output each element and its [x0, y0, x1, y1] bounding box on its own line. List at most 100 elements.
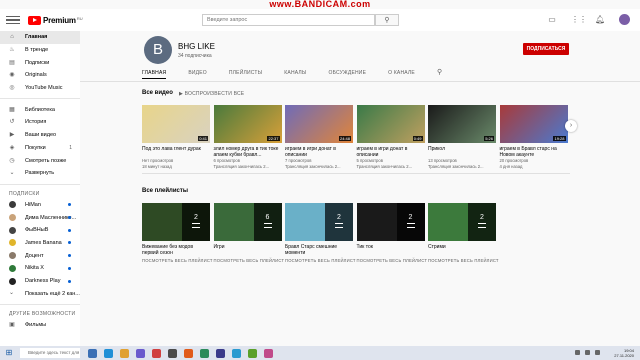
- subscription-name: Показать ещё 2 кан...: [25, 290, 80, 297]
- view-full-playlist-link[interactable]: ПОСМОТРЕТЬ ВЕСЬ ПЛЕЙЛИСТ: [142, 258, 213, 263]
- subscription-item[interactable]: ⌄ Показать ещё 2 кан...: [0, 287, 80, 300]
- sidebar-item[interactable]: ↺ История: [0, 116, 80, 129]
- playlist-thumbnail[interactable]: 2: [356, 203, 425, 241]
- subscription-item[interactable]: James Banana: [0, 237, 80, 250]
- channel-avatar: [9, 226, 16, 234]
- playlist-thumbnail[interactable]: 2: [142, 203, 210, 241]
- video-title[interactable]: играем в игри донат в описании: [285, 146, 353, 158]
- playlist-icon: [335, 223, 343, 228]
- sidebar-item[interactable]: ◎ YouTube Music: [0, 82, 80, 95]
- app-icon[interactable]: [248, 348, 257, 358]
- app-icon[interactable]: [200, 348, 209, 358]
- explorer-icon[interactable]: [120, 348, 129, 358]
- video-thumbnail[interactable]: 24:48: [285, 105, 353, 143]
- video-thumbnail[interactable]: 0:49: [356, 105, 425, 143]
- sidebar-item[interactable]: ▶ Ваши видео: [0, 129, 80, 142]
- video-meta: Нет просмотров 18 минут назад: [142, 158, 212, 169]
- search-input[interactable]: [203, 17, 374, 23]
- video-thumbnail[interactable]: 0:41: [142, 105, 210, 143]
- video-title[interactable]: злил номер друга в тик токе апаем кубки …: [214, 146, 282, 158]
- sidebar-item[interactable]: ♨ В тренде: [0, 44, 80, 57]
- video-title[interactable]: играем в Бравл старс на Новом акаунте: [500, 146, 568, 158]
- playlist-title[interactable]: Игри: [214, 244, 282, 250]
- subscription-item[interactable]: Доцент: [0, 249, 80, 262]
- video-thumbnail[interactable]: 19:28: [499, 105, 568, 143]
- subscription-name: Доцент: [25, 252, 44, 259]
- sidebar-item[interactable]: ⌂ Главная: [0, 31, 80, 44]
- history-icon: ↺: [9, 119, 15, 126]
- sidebar-item[interactable]: ◈ Покупки 1: [0, 142, 80, 155]
- sidebar-item[interactable]: ▣ Фильмы: [0, 319, 80, 332]
- view-full-playlist-link[interactable]: ПОСМОТРЕТЬ ВЕСЬ ПЛЕЙЛИСТ: [357, 258, 428, 263]
- windows-start-icon[interactable]: ⊞: [0, 346, 18, 360]
- purchases-icon: ◈: [9, 144, 15, 151]
- menu-icon[interactable]: [6, 15, 20, 25]
- channel-tab[interactable]: ОБСУЖДЕНИЕ: [329, 67, 367, 79]
- app-icon[interactable]: [168, 348, 177, 358]
- subscription-item[interactable]: ФыВНыВ: [0, 224, 80, 237]
- taskbar-clock[interactable]: 19:04 27.11.2020: [614, 348, 634, 358]
- youtube-app-icon[interactable]: [184, 348, 193, 358]
- channel-tab[interactable]: ГЛАВНАЯ: [142, 67, 167, 79]
- bandicam-icon[interactable]: [152, 348, 161, 358]
- channel-avatar: [9, 239, 16, 247]
- subscription-item[interactable]: Дима Масленнике...: [0, 211, 80, 224]
- playlist-thumbnail[interactable]: 2: [285, 203, 353, 241]
- app-icon[interactable]: [232, 348, 241, 358]
- video-thumbnail[interactable]: 5:26: [428, 105, 496, 143]
- task-view-icon[interactable]: [88, 348, 97, 358]
- language-icon[interactable]: [595, 350, 600, 355]
- your-videos-icon: ▶: [9, 132, 15, 139]
- app-icon[interactable]: [216, 348, 225, 358]
- view-full-playlist-link[interactable]: ПОСМОТРЕТЬ ВЕСЬ ПЛЕЙЛИСТ: [428, 258, 499, 263]
- subscribe-button[interactable]: ПОДПИСАТЬСЯ: [523, 43, 569, 55]
- apps-icon[interactable]: ⋮⋮: [571, 15, 587, 25]
- sidebar-item[interactable]: ⌄ Развернуть: [0, 167, 80, 180]
- app-icon[interactable]: [264, 348, 273, 358]
- notifications-icon[interactable]: 🔔︎: [595, 15, 605, 25]
- sidebar-item[interactable]: ◉ Originals: [0, 69, 80, 82]
- taskbar-search[interactable]: Введите здесь текст для поиска: [20, 348, 80, 358]
- video-duration: 5:26: [484, 136, 494, 141]
- playlist-thumbnail[interactable]: 2: [428, 203, 496, 241]
- edge-icon[interactable]: [104, 348, 113, 358]
- channel-tab[interactable]: ПЛЕЙЛИСТЫ: [229, 67, 262, 79]
- store-icon[interactable]: [136, 348, 145, 358]
- view-full-playlist-link[interactable]: ПОСМОТРЕТЬ ВЕСЬ ПЛЕЙЛИСТ: [285, 258, 356, 263]
- logo-region: RU: [76, 15, 83, 21]
- subscription-item[interactable]: Nikita X: [0, 262, 80, 275]
- video-title[interactable]: Под это лава глент дурак: [142, 146, 210, 152]
- search-icon[interactable]: ⚲: [437, 67, 442, 79]
- video-thumbnail[interactable]: 22:37: [213, 105, 282, 143]
- playlist-title[interactable]: Тик ток: [357, 244, 425, 250]
- channel-tab[interactable]: ВИДЕО: [188, 67, 207, 79]
- channel-tab[interactable]: КАНАЛЫ: [284, 67, 306, 79]
- sidebar-item[interactable]: ◷ Смотреть позже: [0, 154, 80, 167]
- search-button[interactable]: ⚲: [375, 14, 399, 26]
- volume-icon[interactable]: [585, 350, 590, 355]
- windows-taskbar: ⊞ Введите здесь текст для поиска 19:04 2…: [0, 346, 640, 360]
- clock-date: 27.11.2020: [614, 353, 634, 358]
- network-icon[interactable]: [575, 350, 580, 355]
- subscription-item[interactable]: Darkness Play: [0, 275, 80, 288]
- shelf-next-arrow-icon[interactable]: ›: [565, 120, 577, 132]
- subscription-item[interactable]: HiMan: [0, 199, 80, 212]
- channel-tab[interactable]: О КАНАЛЕ: [388, 67, 415, 79]
- video-title[interactable]: играем в игри донат в описании: [357, 146, 425, 158]
- play-all-button[interactable]: ▶ ВОСПРОИЗВЕСТИ ВСЕ: [179, 91, 244, 97]
- sidebar-item-label: Главная: [25, 34, 48, 41]
- view-full-playlist-link[interactable]: ПОСМОТРЕТЬ ВЕСЬ ПЛЕЙЛИСТ: [214, 258, 285, 263]
- account-avatar[interactable]: [619, 14, 630, 25]
- sidebar-item[interactable]: ▦ Библиотека: [0, 103, 80, 116]
- create-video-icon[interactable]: ▭: [547, 15, 557, 25]
- playlist-title[interactable]: Вижевание без модов первий сезон: [142, 244, 210, 256]
- playlist-count: 2: [408, 214, 413, 221]
- playlist-title[interactable]: Бравл Старс смешние моменти: [285, 244, 353, 256]
- sidebar-divider: [0, 304, 80, 306]
- playlist-title[interactable]: Стрими: [428, 244, 496, 250]
- video-date: Трансляция закончилась 2...: [213, 163, 270, 169]
- youtube-logo[interactable]: Premium RU: [28, 15, 83, 25]
- sidebar-item[interactable]: ▤ Подписки: [0, 56, 80, 69]
- video-title[interactable]: Прикол: [428, 146, 496, 152]
- playlist-thumbnail[interactable]: 6: [213, 203, 282, 241]
